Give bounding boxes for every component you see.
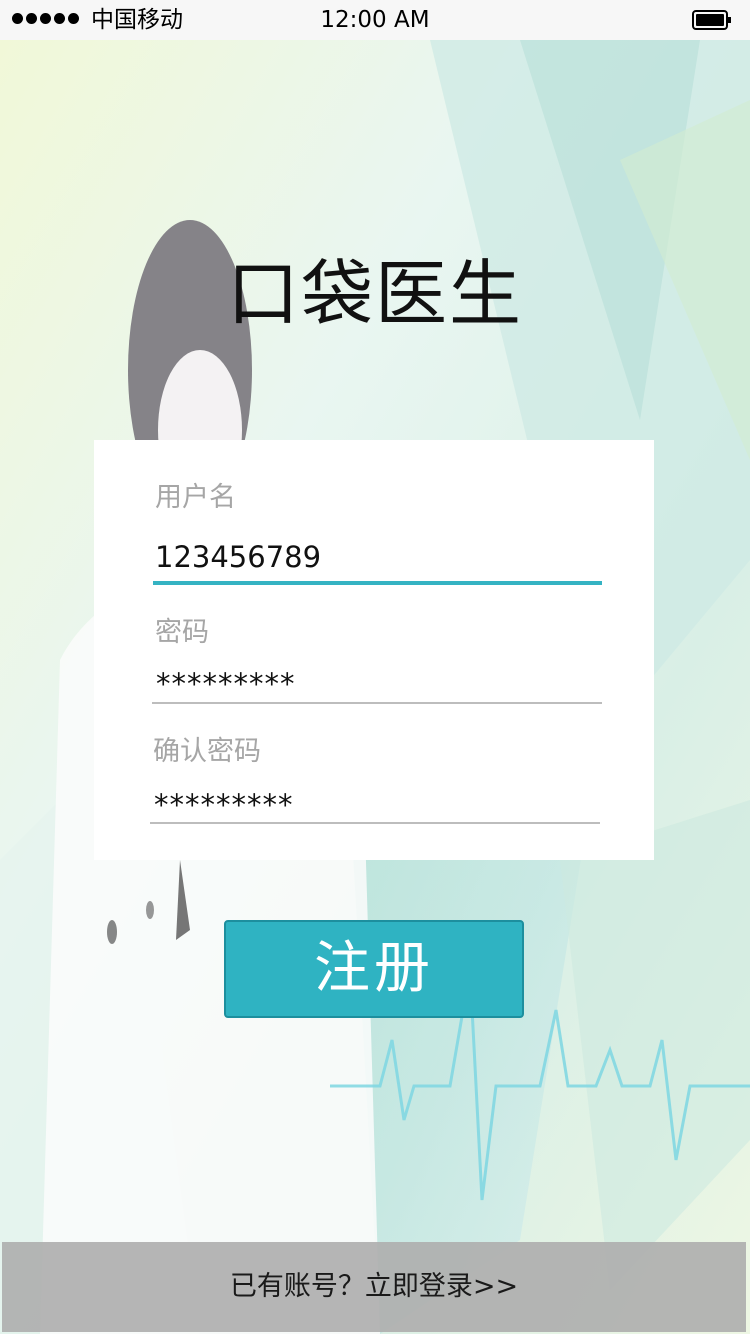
confirm-password-label: 确认密码 — [153, 736, 261, 767]
username-label: 用户名 — [155, 482, 236, 513]
register-button[interactable]: 注册 — [224, 920, 524, 1018]
password-input[interactable]: ********* — [156, 666, 296, 702]
confirm-password-underline — [150, 822, 600, 824]
status-time: 12:00 AM — [320, 7, 430, 33]
battery-icon — [692, 10, 731, 30]
register-form-card: 用户名 123456789 密码 ********* 确认密码 ********… — [94, 440, 654, 860]
password-label: 密码 — [155, 617, 209, 648]
username-underline — [153, 581, 602, 585]
status-bar: 中国移动 12:00 AM — [0, 0, 750, 40]
login-link[interactable]: 已有账号？立即登录>> — [2, 1270, 746, 1304]
bottom-bar: 已有账号？立即登录>> — [2, 1242, 746, 1332]
password-underline — [152, 702, 602, 704]
app-title: 口袋医生 — [226, 252, 523, 336]
username-input[interactable]: 123456789 — [155, 539, 321, 575]
confirm-password-input[interactable]: ********* — [154, 787, 294, 823]
